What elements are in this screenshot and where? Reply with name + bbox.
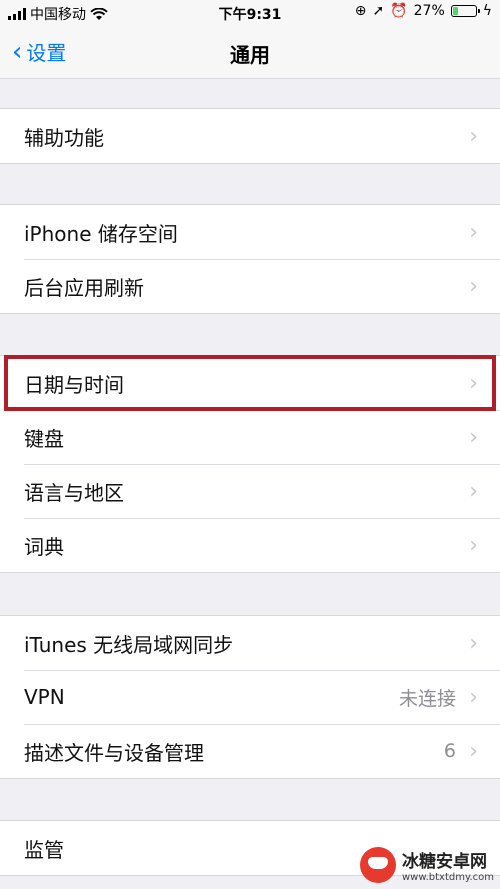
cell-label: iPhone 储存空间: [24, 221, 178, 246]
cell-label: 词典: [24, 534, 64, 559]
settings-group-storage: iPhone 储存空间 › 后台应用刷新 ›: [0, 204, 500, 314]
cell-vpn[interactable]: VPN 未连接 ›: [0, 670, 500, 724]
cell-profiles-device-management[interactable]: 描述文件与设备管理 6 ›: [0, 724, 500, 778]
watermark-logo-icon: [359, 847, 396, 883]
chevron-right-icon: ›: [469, 630, 478, 656]
chevron-right-icon: ›: [469, 219, 478, 245]
cell-label: 键盘: [24, 426, 64, 451]
cell-accessibility[interactable]: 辅助功能 ›: [0, 109, 500, 163]
cell-date-time[interactable]: 日期与时间 ›: [0, 356, 500, 410]
watermark: 冰糖安卓网 www.btxtdmy.com: [359, 847, 494, 883]
cell-keyboard[interactable]: 键盘 ›: [0, 410, 500, 464]
chevron-right-icon: ›: [469, 738, 478, 764]
page-title: 通用: [230, 43, 270, 67]
chevron-right-icon: ›: [469, 424, 478, 450]
alarm-icon: ⏰: [390, 3, 408, 19]
chevron-right-icon: ›: [469, 273, 478, 299]
charging-icon: ϟ: [482, 3, 492, 19]
chevron-right-icon: ›: [469, 532, 478, 558]
settings-group-accessibility: 辅助功能 ›: [0, 108, 500, 164]
cell-background-refresh[interactable]: 后台应用刷新 ›: [0, 259, 500, 313]
watermark-name: 冰糖安卓网: [401, 852, 487, 872]
cell-dictionary[interactable]: 词典 ›: [0, 518, 500, 572]
chevron-right-icon: ›: [469, 478, 478, 504]
cell-value: 6: [443, 740, 456, 762]
watermark-url: www.btxtdmy.com: [401, 872, 494, 883]
watermark-text: 冰糖安卓网 www.btxtdmy.com: [402, 847, 494, 883]
chevron-right-icon: ›: [469, 123, 478, 149]
status-right: ⊕ ➚ ⏰ 27% ϟ: [355, 3, 492, 19]
cell-label: 辅助功能: [24, 125, 104, 150]
navigation-bar: ‹ 设置 通用: [0, 26, 500, 79]
cell-label: 描述文件与设备管理: [24, 740, 204, 765]
battery-percent: 27%: [413, 3, 445, 19]
rotation-lock-icon: ⊕: [354, 3, 367, 19]
location-icon: ➚: [372, 3, 385, 19]
chevron-right-icon: ›: [469, 370, 478, 396]
cell-label: 后台应用刷新: [24, 275, 144, 300]
cell-value: 未连接: [398, 687, 456, 710]
chevron-right-icon: ›: [469, 684, 478, 710]
settings-group-date-keyboard: 日期与时间 › 键盘 › 语言与地区 › 词典 ›: [0, 355, 500, 573]
cell-label: 监管: [24, 837, 64, 862]
settings-group-sync-vpn: iTunes 无线局域网同步 › VPN 未连接 › 描述文件与设备管理 6 ›: [0, 615, 500, 779]
battery-fill: [452, 7, 458, 15]
cell-label: 语言与地区: [24, 480, 124, 505]
cell-label: VPN: [24, 685, 65, 709]
cell-label: iTunes 无线局域网同步: [24, 632, 234, 657]
status-bar: 中国移动 下午9:31 ⊕ ➚ ⏰ 27% ϟ: [0, 0, 500, 26]
battery-icon: [450, 5, 480, 17]
cell-label: 日期与时间: [24, 372, 124, 397]
cell-iphone-storage[interactable]: iPhone 储存空间 ›: [0, 205, 500, 259]
cell-language-region[interactable]: 语言与地区 ›: [0, 464, 500, 518]
cell-itunes-wifi-sync[interactable]: iTunes 无线局域网同步 ›: [0, 616, 500, 670]
